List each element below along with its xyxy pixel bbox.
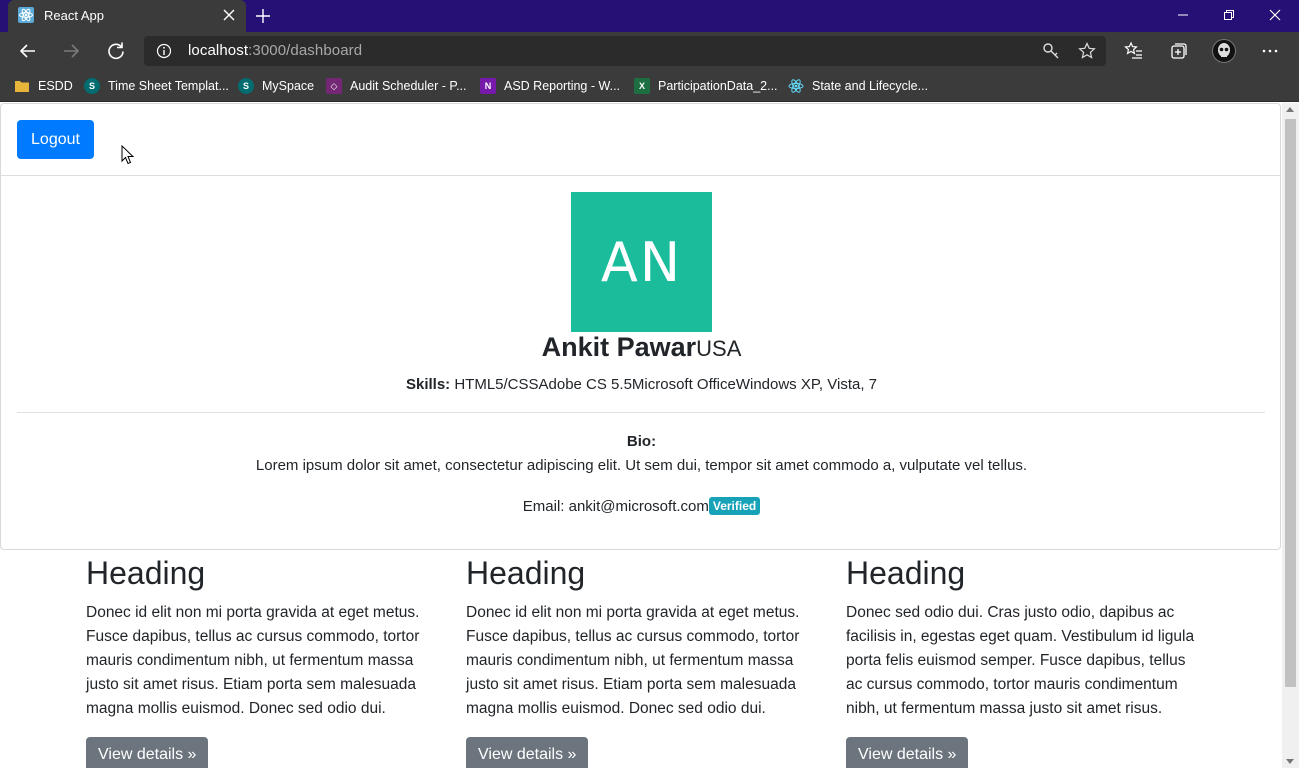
title-bar: React App [0, 0, 1299, 32]
vertical-scrollbar[interactable] [1282, 103, 1299, 768]
close-window-button[interactable] [1252, 0, 1298, 30]
profile-avatar[interactable] [1212, 39, 1236, 63]
bookmark-label: State and Lifecycle... [812, 79, 929, 93]
view-details-button[interactable]: View details » [466, 737, 589, 768]
bookmark-label: ESDD [38, 79, 73, 93]
bookmark-state-lifecycle[interactable]: State and Lifecycle... [788, 76, 928, 96]
bookmark-label: ASD Reporting - W... [504, 79, 621, 93]
bookmark-asd-reporting[interactable]: N ASD Reporting - W... [480, 76, 620, 96]
info-icon[interactable] [156, 43, 172, 59]
view-details-button[interactable]: View details » [846, 737, 969, 768]
url-host: localhost [188, 42, 249, 59]
profile-name-line: Ankit PawarUSA [1, 332, 1282, 363]
favorite-star-icon[interactable] [1078, 42, 1096, 60]
skills-label: Skills: [405, 376, 451, 393]
skills-line: Skills: HTML5/CSSAdobe CS 5.5Microsoft O… [1, 376, 1282, 393]
minimize-button[interactable] [1160, 0, 1206, 30]
restore-icon [1224, 10, 1234, 20]
column-text: Donec id elit non mi porta gravida at eg… [466, 604, 800, 717]
bookmark-esdd[interactable]: ESDD [14, 76, 73, 96]
password-key-icon[interactable] [1042, 42, 1060, 60]
skull-icon [1218, 43, 1230, 57]
folder-icon [15, 81, 29, 92]
excel-icon: X [634, 78, 650, 94]
scrollbar-thumb[interactable] [1285, 119, 1296, 687]
view-details-button[interactable]: View details » [86, 737, 209, 768]
bookmark-label: MySpace [262, 79, 315, 93]
email-line: Email: ankit@microsoft.com Verified [1, 497, 1282, 515]
browser-tab[interactable]: React App [8, 0, 246, 32]
bookmark-label: ParticipationData_2... [658, 79, 778, 93]
bookmark-audit-scheduler[interactable]: ◇ Audit Scheduler - P... [326, 76, 467, 96]
back-icon[interactable] [18, 41, 38, 61]
sharepoint-icon: S [238, 78, 254, 94]
collections-icon[interactable] [1169, 41, 1189, 61]
card-header: Logout [1, 104, 1280, 176]
skills-list: HTML5/CSSAdobe CS 5.5Microsoft OfficeWin… [454, 376, 878, 393]
feature-column: Heading Donec sed odio dui. Cras justo o… [846, 551, 1196, 768]
browser-toolbar: localhost:3000/dashboard [0, 32, 1299, 70]
column-text: Donec sed odio dui. Cras justo odio, dap… [846, 604, 1195, 717]
scroll-down-icon[interactable] [1286, 759, 1294, 764]
logout-button[interactable]: Logout [17, 120, 94, 159]
bookmark-time-sheet[interactable]: S Time Sheet Templat... [84, 76, 229, 96]
bookmarks-bar: ESDD S Time Sheet Templat... S MySpace ◇… [0, 70, 1299, 102]
new-tab-icon[interactable] [254, 7, 272, 25]
address-bar[interactable]: localhost:3000/dashboard [144, 36, 1106, 66]
react-icon [18, 7, 34, 23]
column-heading: Heading [466, 555, 586, 591]
close-icon [1269, 9, 1281, 21]
tab-title: React App [44, 8, 104, 23]
forward-icon[interactable] [61, 41, 81, 61]
email-address: ankit@microsoft.com [568, 498, 709, 515]
scroll-up-icon[interactable] [1286, 107, 1294, 112]
profile-name: Ankit Pawar [541, 332, 697, 362]
refresh-icon[interactable] [106, 41, 126, 61]
bookmark-participation-data[interactable]: X ParticipationData_2... [634, 76, 778, 96]
divider [17, 412, 1265, 413]
sharepoint-icon: S [84, 78, 100, 94]
bookmark-myspace[interactable]: S MySpace [238, 76, 314, 96]
minimize-icon [1178, 14, 1188, 16]
bookmark-label: Audit Scheduler - P... [350, 79, 467, 93]
more-menu-icon[interactable] [1260, 41, 1280, 61]
mouse-cursor-icon [121, 145, 135, 165]
bio-text: Lorem ipsum dolor sit amet, consectetur … [255, 457, 1028, 474]
restore-button[interactable] [1206, 0, 1252, 30]
onenote-icon: N [480, 78, 496, 94]
close-tab-icon[interactable] [222, 8, 236, 22]
powerapps-icon: ◇ [326, 78, 342, 94]
column-heading: Heading [846, 555, 966, 591]
favorites-icon[interactable] [1124, 41, 1144, 61]
bio-label: Bio: [626, 433, 657, 450]
bookmark-label: Time Sheet Templat... [108, 79, 229, 93]
column-heading: Heading [86, 555, 206, 591]
feature-column: Heading Donec id elit non mi porta gravi… [86, 551, 436, 768]
column-text: Donec id elit non mi porta gravida at eg… [86, 604, 420, 717]
feature-column: Heading Donec id elit non mi porta gravi… [466, 551, 816, 768]
avatar: AN [571, 192, 712, 332]
email-label: Email: [522, 498, 569, 515]
profile-card: Logout AN Ankit PawarUSA Skills: HTML5/C… [0, 103, 1281, 550]
url-path: :3000/dashboard [248, 42, 363, 59]
react-icon [788, 79, 804, 93]
url-text[interactable]: localhost:3000/dashboard [188, 42, 362, 59]
page-viewport: Logout AN Ankit PawarUSA Skills: HTML5/C… [0, 103, 1282, 768]
verified-badge: Verified [708, 497, 761, 515]
profile-country: USA [696, 336, 742, 361]
